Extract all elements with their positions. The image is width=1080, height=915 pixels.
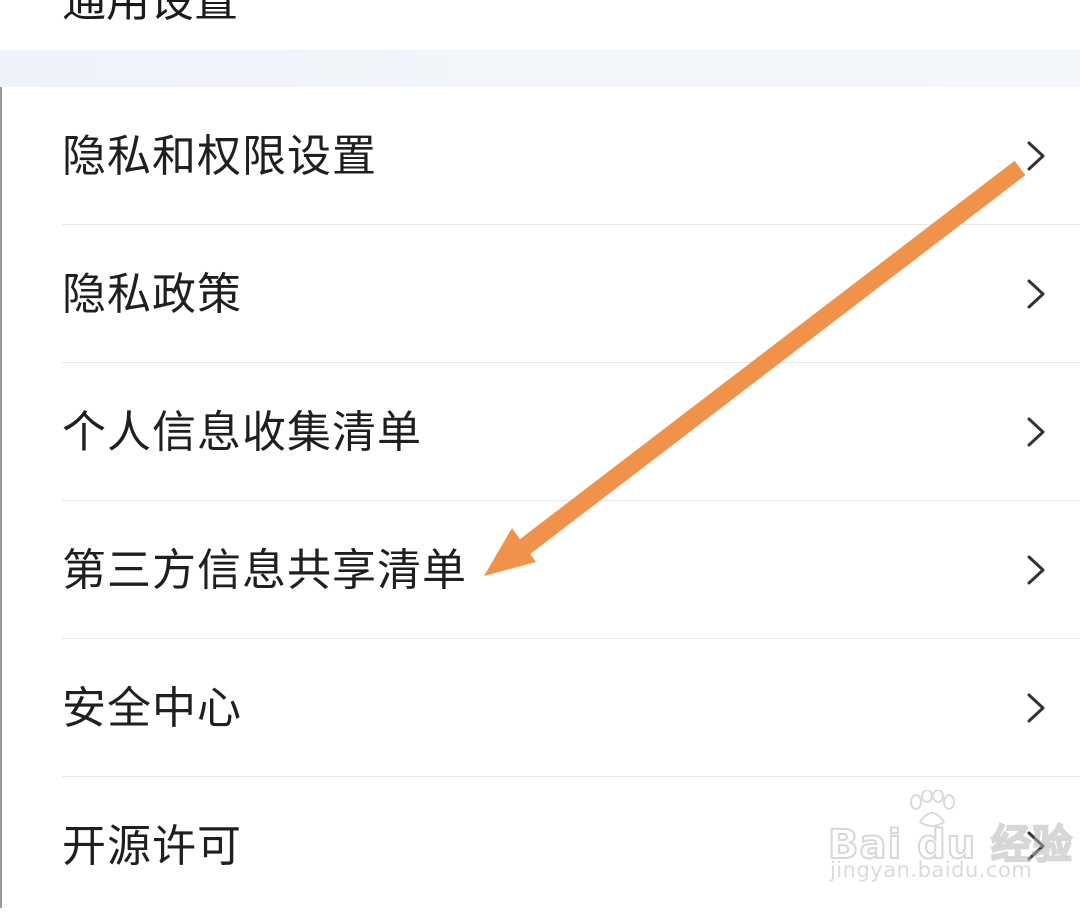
chevron-right-icon — [1027, 141, 1045, 171]
watermark: Bai du 经验 jingyan.baidu.com — [827, 790, 1073, 890]
menu-item-label: 个人信息收集清单 — [62, 407, 422, 458]
menu-item-label: 通用设置 — [62, 0, 238, 27]
menu-item-label: 开源许可 — [62, 821, 242, 872]
watermark-url: jingyan.baidu.com — [830, 858, 1033, 882]
menu-item-label: 隐私和权限设置 — [62, 131, 377, 182]
chevron-right-icon — [1027, 279, 1045, 309]
menu-item-personal-info-list[interactable]: 个人信息收集清单 — [0, 363, 1080, 501]
menu-item-privacy-policy[interactable]: 隐私政策 — [0, 225, 1080, 363]
chevron-right-icon — [1027, 693, 1045, 723]
menu-item-security-center[interactable]: 安全中心 — [0, 639, 1080, 777]
section-divider — [0, 50, 1080, 87]
chevron-right-icon — [1027, 555, 1045, 585]
chevron-right-icon — [1027, 417, 1045, 447]
menu-item-label: 第三方信息共享清单 — [62, 545, 467, 596]
menu-item-third-party-sharing-list[interactable]: 第三方信息共享清单 — [0, 501, 1080, 639]
menu-item-label: 隐私政策 — [62, 269, 242, 320]
menu-item-label: 安全中心 — [62, 683, 242, 734]
menu-item-general-settings[interactable]: 通用设置 — [0, 0, 1080, 50]
menu-item-privacy-permissions[interactable]: 隐私和权限设置 — [0, 87, 1080, 225]
